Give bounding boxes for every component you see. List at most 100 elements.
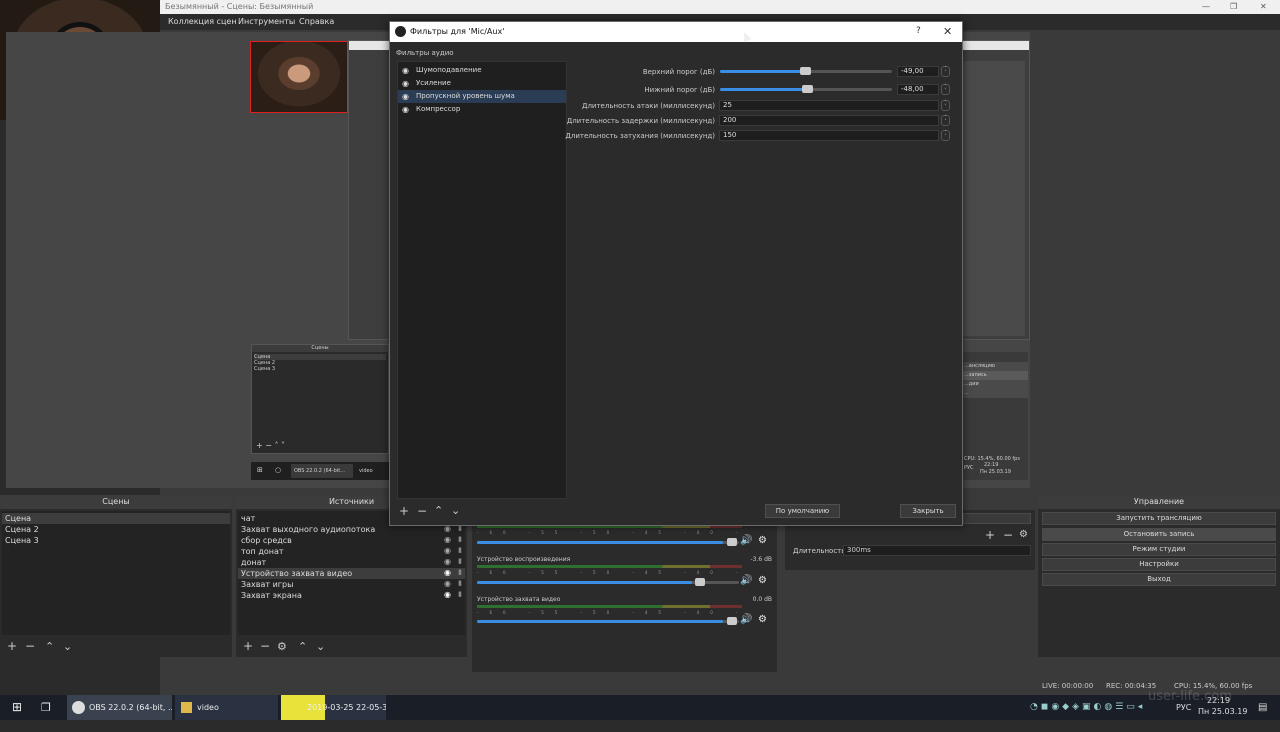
volume-slider[interactable] bbox=[477, 538, 739, 546]
source-item[interactable]: донат bbox=[241, 557, 266, 568]
source-item[interactable]: Захват игры bbox=[241, 579, 293, 590]
eye-icon[interactable]: ◉ bbox=[402, 64, 409, 77]
nested-scenes-dock: Сцены Сцена Сцена 2 Сцена 3 + − ˄ ˅ bbox=[251, 344, 389, 454]
spin-arrows-icon[interactable]: ˄ ˅ bbox=[941, 66, 950, 77]
source-item[interactable]: Устройство захвата видео bbox=[238, 568, 465, 579]
move-source-up-button[interactable]: ⌃ bbox=[298, 640, 307, 653]
taskbar-recording-file[interactable]: 2019-03-25 22-05-3... bbox=[281, 695, 386, 720]
scene-item[interactable]: Сцена bbox=[2, 513, 230, 524]
move-scene-down-button[interactable]: ⌄ bbox=[63, 640, 72, 653]
move-scene-up-button[interactable]: ⌃ bbox=[45, 640, 54, 653]
volume-slider[interactable] bbox=[477, 617, 739, 625]
source-item[interactable]: Захват экрана bbox=[241, 590, 302, 601]
spin-arrows-icon[interactable]: ˄ ˅ bbox=[941, 100, 950, 111]
spin-arrows-icon[interactable]: ˄ ˅ bbox=[941, 130, 950, 141]
hold-input[interactable]: 200 bbox=[719, 115, 939, 126]
taskbar-obs[interactable]: OBS 22.0.2 (64-bit, ... bbox=[67, 695, 172, 720]
duration-input[interactable]: 300ms bbox=[843, 545, 1031, 556]
release-label: Длительность затухания (миллисекунд) bbox=[565, 132, 715, 140]
speaker-icon[interactable]: 🔊 bbox=[740, 575, 752, 586]
defaults-button[interactable]: По умолчанию bbox=[765, 504, 840, 518]
lock-icon[interactable]: ▮ bbox=[458, 568, 462, 576]
speaker-icon[interactable]: 🔊 bbox=[740, 614, 752, 625]
spin-arrows-icon[interactable]: ˄ ˅ bbox=[941, 115, 950, 126]
dialog-close-button[interactable]: Закрыть bbox=[900, 504, 956, 518]
eye-icon[interactable]: ◉ bbox=[402, 103, 409, 116]
preview-webcam-source[interactable] bbox=[250, 41, 348, 113]
mixer-gear-icon[interactable]: ⚙ bbox=[758, 614, 767, 625]
close-icon[interactable]: ✕ bbox=[1260, 2, 1267, 11]
exit-button[interactable]: Выход bbox=[1042, 573, 1276, 586]
taskbar-video-folder[interactable]: video bbox=[175, 695, 278, 720]
lower-threshold-slider[interactable] bbox=[720, 85, 892, 93]
source-item[interactable]: топ донат bbox=[241, 546, 284, 557]
source-properties-gear-icon[interactable]: ⚙ bbox=[277, 640, 287, 653]
add-source-button[interactable]: + bbox=[243, 639, 253, 653]
filters-dialog: Фильтры для 'Mic/Aux' ? ✕ Фильтры аудио … bbox=[389, 21, 963, 526]
help-button[interactable]: ? bbox=[916, 26, 921, 36]
filter-item[interactable]: ◉ Пропускной уровень шума bbox=[398, 90, 566, 103]
windows-start-icon[interactable]: ⊞ bbox=[12, 695, 22, 720]
source-item[interactable]: чат bbox=[241, 513, 255, 524]
spin-arrows-icon[interactable]: ˄ ˅ bbox=[941, 84, 950, 95]
filter-item[interactable]: ◉ Усиление bbox=[398, 77, 566, 90]
notifications-icon[interactable]: ▤ bbox=[1258, 695, 1267, 720]
transition-gear-icon[interactable]: ⚙ bbox=[1019, 529, 1028, 540]
lock-icon[interactable]: ▮ bbox=[458, 535, 462, 543]
tray-icons[interactable]: ◔◼◉◆◈▣◐◍☰▭◂ bbox=[1030, 695, 1145, 720]
stop-recording-button[interactable]: Остановить запись bbox=[1042, 528, 1276, 541]
move-filter-up-button[interactable]: ⌃ bbox=[434, 504, 443, 517]
filter-item[interactable]: ◉ Компрессор bbox=[398, 103, 566, 116]
upper-threshold-slider[interactable] bbox=[720, 67, 892, 75]
scene-item[interactable]: Сцена 3 bbox=[5, 535, 39, 546]
nested-taskbar: ⊞ ○ OBS 22.0.2 (64-bit... video bbox=[251, 462, 389, 480]
eye-icon[interactable]: ◉ bbox=[402, 77, 409, 90]
add-transition-button[interactable]: + bbox=[985, 528, 995, 542]
upper-threshold-input[interactable]: -49,00 bbox=[897, 66, 939, 77]
menu-help[interactable]: Справка bbox=[299, 17, 334, 26]
studio-mode-button[interactable]: Режим студии bbox=[1042, 543, 1276, 556]
visibility-eye-icon[interactable]: ◉ bbox=[444, 590, 451, 599]
remove-filter-button[interactable]: − bbox=[417, 504, 427, 518]
speaker-icon[interactable]: 🔊 bbox=[740, 535, 752, 546]
source-item[interactable]: Захват выходного аудиопотока bbox=[241, 524, 375, 535]
release-input[interactable]: 150 bbox=[719, 130, 939, 141]
visibility-eye-icon[interactable]: ◉ bbox=[444, 568, 451, 577]
source-item[interactable]: сбор средсв bbox=[241, 535, 292, 546]
settings-button[interactable]: Настройки bbox=[1042, 558, 1276, 571]
remove-source-button[interactable]: − bbox=[260, 639, 270, 653]
menu-tools[interactable]: Инструменты bbox=[238, 17, 295, 26]
filter-label: Усиление bbox=[416, 79, 451, 87]
filter-item[interactable]: ◉ Шумоподавление bbox=[398, 64, 566, 77]
move-filter-down-button[interactable]: ⌄ bbox=[451, 504, 460, 517]
add-scene-button[interactable]: + bbox=[7, 639, 17, 653]
audio-mixer: -60 -55 -50 -45 -40 -35 -30 -25 -20 -15 … bbox=[472, 520, 777, 672]
visibility-eye-icon[interactable]: ◉ bbox=[444, 557, 451, 566]
dialog-close-icon[interactable]: ✕ bbox=[943, 25, 952, 38]
lock-icon[interactable]: ▮ bbox=[458, 557, 462, 565]
dialog-titlebar: Фильтры для 'Mic/Aux' ? ✕ bbox=[390, 22, 962, 42]
remove-transition-button[interactable]: − bbox=[1003, 528, 1013, 542]
lock-icon[interactable]: ▮ bbox=[458, 546, 462, 554]
attack-input[interactable]: 25 bbox=[719, 100, 939, 111]
menu-scene-collection[interactable]: Коллекция сцен bbox=[168, 17, 237, 26]
task-view-icon[interactable]: ❐ bbox=[41, 695, 51, 720]
mixer-gear-icon[interactable]: ⚙ bbox=[758, 575, 767, 586]
minimize-icon[interactable]: — bbox=[1202, 2, 1210, 11]
visibility-eye-icon[interactable]: ◉ bbox=[444, 579, 451, 588]
remove-scene-button[interactable]: − bbox=[25, 639, 35, 653]
start-streaming-button[interactable]: Запустить трансляцию bbox=[1042, 512, 1276, 525]
eye-icon[interactable]: ◉ bbox=[402, 90, 409, 103]
visibility-eye-icon[interactable]: ◉ bbox=[444, 546, 451, 555]
lower-threshold-input[interactable]: -48,00 bbox=[897, 84, 939, 95]
transition-select[interactable] bbox=[963, 513, 1031, 524]
lock-icon[interactable]: ▮ bbox=[458, 579, 462, 587]
lock-icon[interactable]: ▮ bbox=[458, 590, 462, 598]
add-filter-button[interactable]: + bbox=[399, 504, 409, 518]
visibility-eye-icon[interactable]: ◉ bbox=[444, 535, 451, 544]
scene-item[interactable]: Сцена 2 bbox=[5, 524, 39, 535]
mixer-gear-icon[interactable]: ⚙ bbox=[758, 535, 767, 546]
volume-slider[interactable] bbox=[477, 578, 739, 586]
move-source-down-button[interactable]: ⌄ bbox=[316, 640, 325, 653]
maximize-icon[interactable]: ❐ bbox=[1230, 2, 1237, 11]
